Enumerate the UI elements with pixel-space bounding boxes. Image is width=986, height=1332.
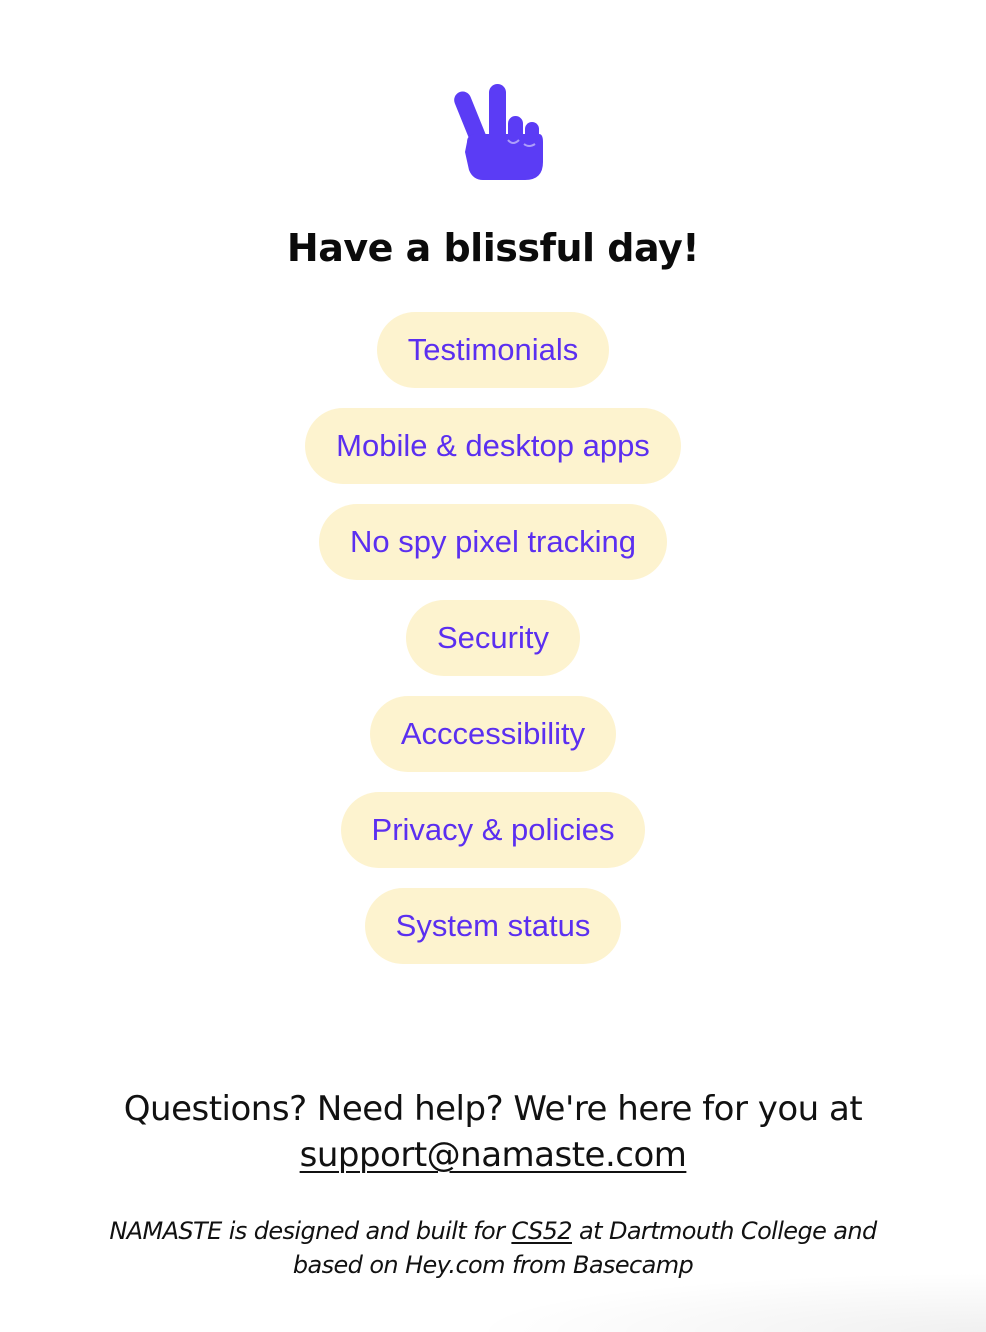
peace-hand-icon: [453, 82, 545, 184]
nav-link-accessibility[interactable]: Acccessibility: [369, 696, 617, 772]
footer-nav: Testimonials Mobile & desktop apps No sp…: [0, 312, 986, 984]
help-prefix: Questions? Need help? We're here for you…: [123, 1089, 863, 1129]
support-email-link[interactable]: support@namaste.com: [300, 1135, 687, 1175]
nav-link-mobile-desktop-apps[interactable]: Mobile & desktop apps: [305, 408, 681, 484]
course-link[interactable]: CS52: [511, 1217, 572, 1245]
nav-link-system-status[interactable]: System status: [364, 888, 622, 964]
help-text: Questions? Need help? We're here for you…: [0, 1086, 986, 1178]
nav-link-security[interactable]: Security: [406, 600, 580, 676]
nav-link-privacy-policies[interactable]: Privacy & policies: [340, 792, 646, 868]
nav-link-no-spy-pixel-tracking[interactable]: No spy pixel tracking: [318, 504, 667, 580]
nav-link-testimonials[interactable]: Testimonials: [376, 312, 610, 388]
credits-text: NAMASTE is designed and built for CS52 a…: [90, 1214, 896, 1282]
credits-before: NAMASTE is designed and built for: [109, 1217, 505, 1245]
page: Have a blissful day! Testimonials Mobile…: [0, 0, 986, 1332]
greeting-heading: Have a blissful day!: [286, 226, 700, 270]
